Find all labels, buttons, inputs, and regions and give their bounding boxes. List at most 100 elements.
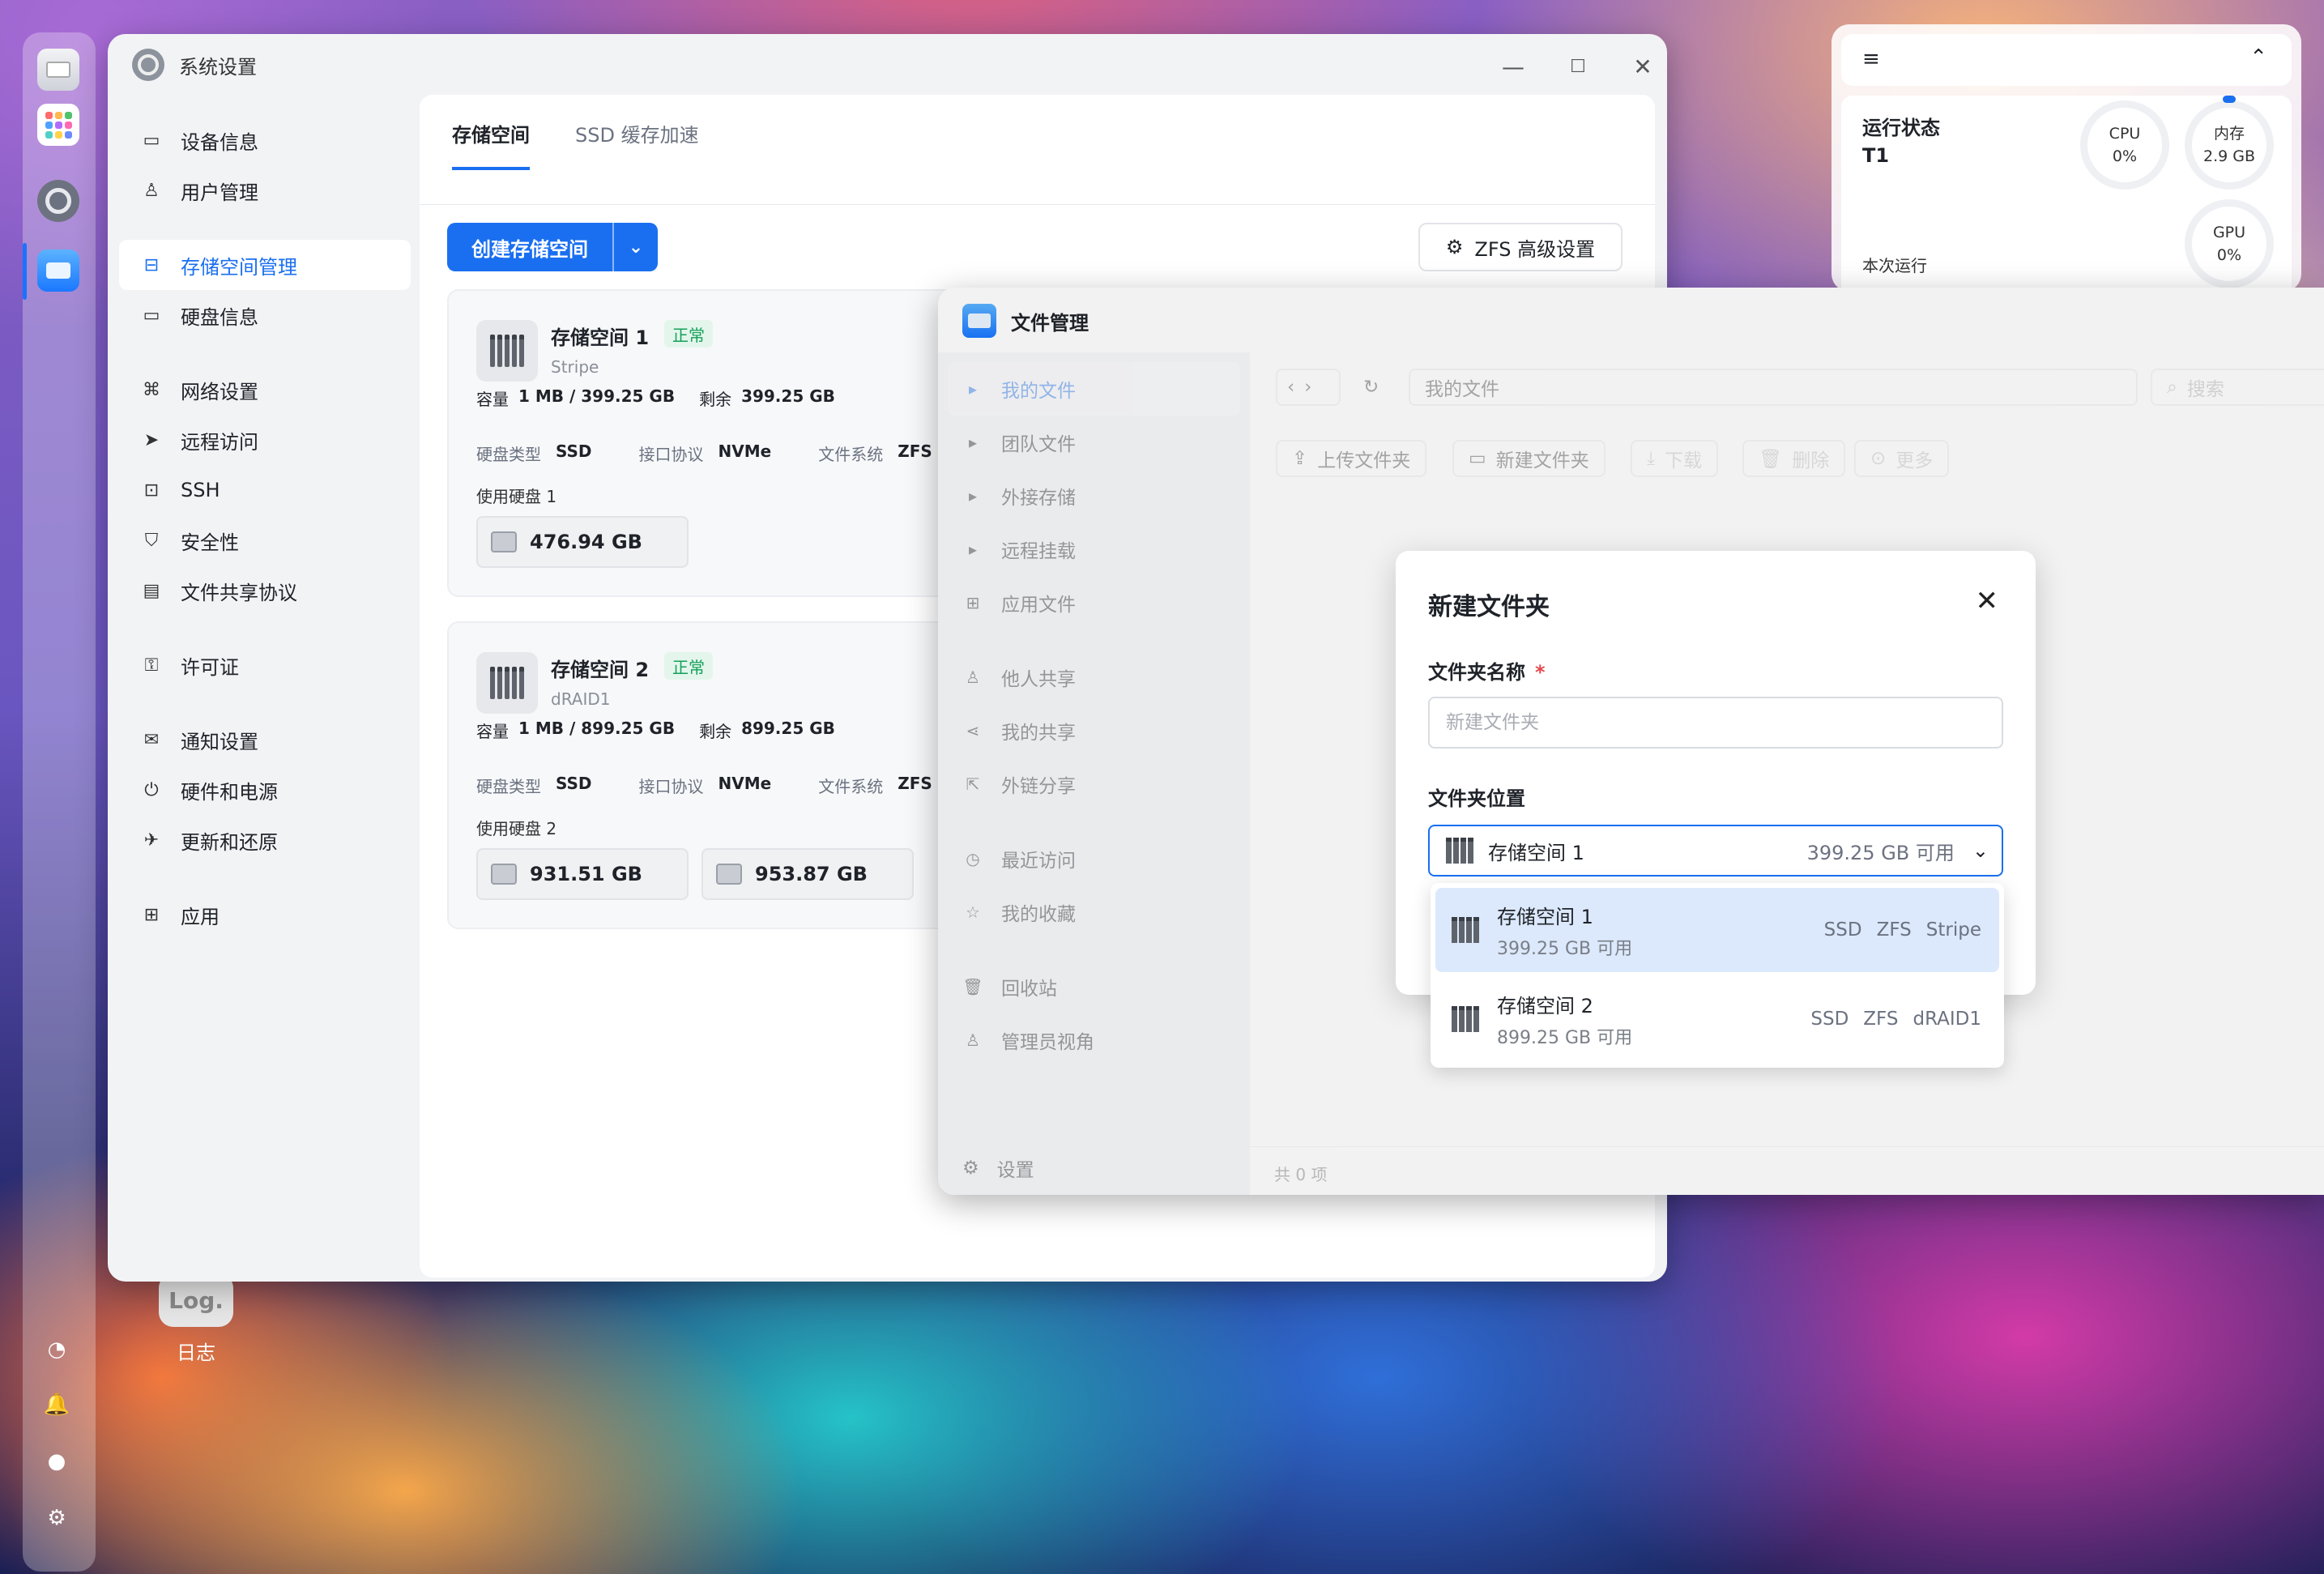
cpu-value: 0%: [2112, 147, 2138, 165]
tag: SSD: [1823, 919, 1862, 941]
server-icon: [476, 320, 538, 382]
pool-meta: 硬盘类型 SSD 接口协议 NVMe 文件系统 ZFS: [476, 774, 965, 797]
sidebar-item-apps[interactable]: ⊞ 应用: [119, 889, 411, 940]
free-value: 899.25 GB: [741, 719, 835, 738]
status-badge: 正常: [664, 320, 713, 348]
disk-size: 953.87 GB: [755, 863, 868, 885]
widget-body: 运行状态 T1 本次运行 CPU 0% 内存 2.9 GB GPU 0%: [1841, 96, 2292, 292]
sidebar-item-ssh[interactable]: ⊡ SSH: [119, 465, 411, 515]
disk-size: 931.51 GB: [530, 863, 642, 885]
cpu-label: CPU: [2109, 124, 2141, 143]
disk-chip[interactable]: 931.51 GB: [476, 848, 689, 900]
sidebar-item-remote-access[interactable]: ➤ 远程访问: [119, 415, 411, 465]
used-disks-label: 使用硬盘 2: [476, 819, 557, 838]
sidebar-item-network[interactable]: ⌘ 网络设置: [119, 365, 411, 415]
system-settings-app-icon[interactable]: [37, 180, 79, 222]
disk-size: 476.94 GB: [530, 531, 642, 553]
close-button[interactable]: ✕: [1627, 50, 1659, 83]
monitor-app-icon[interactable]: [37, 49, 79, 91]
sidebar-item-security[interactable]: ⛉ 安全性: [119, 515, 411, 565]
sidebar-item-disk-info[interactable]: ▭ 硬盘信息: [119, 290, 411, 340]
close-icon[interactable]: ✕: [1976, 585, 1999, 617]
disk-chip[interactable]: 476.94 GB: [476, 516, 689, 568]
memory-label: 内存: [2213, 124, 2245, 143]
gpu-gauge: GPU 0%: [2185, 199, 2274, 288]
status-badge: 正常: [664, 652, 713, 680]
server-icon: [476, 652, 538, 714]
tab-ssd-cache[interactable]: SSD 缓存加速: [575, 119, 699, 170]
maximize-button[interactable]: ☐: [1562, 50, 1594, 83]
sidebar-item-storage[interactable]: ⊟ 存储空间管理: [119, 240, 411, 290]
log-app-label: 日志: [177, 1342, 215, 1364]
chevron-down-icon[interactable]: ⌄: [1972, 839, 1989, 862]
shield-icon: ⛉: [144, 530, 159, 551]
sidebar-item-update-restore[interactable]: ✈ 更新和还原: [119, 815, 411, 865]
runtime-label: 本次运行: [1862, 256, 1927, 275]
user-icon[interactable]: ●: [41, 1445, 73, 1478]
title-bar: 系统设置: [132, 49, 257, 81]
tab-storage[interactable]: 存储空间: [452, 119, 530, 170]
sidebar-item-users[interactable]: ♙ 用户管理: [119, 165, 411, 215]
app-center-icon[interactable]: [37, 104, 79, 146]
create-storage-button[interactable]: 创建存储空间 ⌄: [447, 223, 658, 271]
sidebar-item-label: 更新和还原: [181, 830, 278, 854]
fs-label: 文件系统: [818, 777, 884, 796]
memory-value: 2.9 GB: [2202, 147, 2255, 165]
bell-icon[interactable]: 🔔: [41, 1388, 73, 1421]
device-name: T1: [1862, 144, 1890, 167]
option-available: 899.25 GB 可用: [1497, 1027, 1633, 1048]
collapse-icon[interactable]: ⌃: [2249, 45, 2267, 70]
server-icon: [1446, 838, 1473, 864]
capacity-label: 容量: [476, 722, 509, 741]
document-icon: ▤: [143, 580, 160, 601]
widget-title: 运行状态: [1862, 117, 1940, 139]
required-mark: *: [1535, 661, 1546, 684]
dropdown-option[interactable]: 存储空间 1 399.25 GB 可用 SSD ZFS Stripe: [1435, 888, 1999, 972]
option-name: 存储空间 1: [1497, 905, 1593, 928]
disk-type-label: 硬盘类型: [476, 777, 541, 796]
minimize-button[interactable]: —: [1497, 50, 1529, 83]
protocol-value: NVMe: [718, 441, 772, 461]
network-icon: ⌘: [143, 379, 160, 400]
option-available: 399.25 GB 可用: [1497, 938, 1633, 959]
activity-icon[interactable]: ◔: [41, 1333, 73, 1366]
terminal-icon: ⊡: [143, 480, 160, 501]
sidebar-item-file-sharing[interactable]: ▤ 文件共享协议: [119, 565, 411, 616]
sidebar-item-label: 文件共享协议: [181, 581, 297, 604]
sidebar-item-license[interactable]: ⚿ 许可证: [119, 640, 411, 690]
zfs-advanced-label: ZFS 高级设置: [1474, 237, 1596, 261]
free-value: 399.25 GB: [741, 386, 835, 406]
sidebar-item-label: 存储空间管理: [181, 255, 297, 279]
free-label: 剩余: [699, 722, 732, 741]
folder-name-label: 文件夹名称 *: [1428, 656, 1546, 685]
fs-value: ZFS: [898, 774, 932, 793]
key-icon: ⚿: [144, 655, 159, 676]
folder-location-select[interactable]: 存储空间 1 399.25 GB 可用 ⌄: [1428, 825, 2003, 877]
sidebar-item-label: 安全性: [181, 531, 239, 554]
sidebar-item-notifications[interactable]: ✉ 通知设置: [119, 714, 411, 765]
disk-chip[interactable]: 953.87 GB: [701, 848, 914, 900]
gpu-value: 0%: [2216, 246, 2242, 264]
window-title: 系统设置: [179, 55, 257, 79]
file-manager-app-icon[interactable]: [37, 250, 79, 292]
menu-icon[interactable]: ≡: [1862, 47, 1880, 71]
pool-capacity: 容量 1 MB / 899.25 GB 剩余 899.25 GB: [476, 719, 835, 742]
rocket-icon: ✈: [143, 830, 160, 851]
pool-meta: 硬盘类型 SSD 接口协议 NVMe 文件系统 ZFS: [476, 441, 965, 465]
power-icon: ⏻: [144, 779, 159, 800]
memory-usage-arc: [2223, 96, 2236, 103]
tag: dRAID1: [1913, 1009, 1981, 1030]
gear-icon[interactable]: ⚙: [41, 1502, 73, 1534]
pool-capacity: 容量 1 MB / 399.25 GB 剩余 399.25 GB: [476, 386, 835, 410]
dropdown-option[interactable]: 存储空间 2 899.25 GB 可用 SSD ZFS dRAID1: [1435, 977, 1999, 1061]
widget-header: ≡ ⌃: [1841, 34, 2292, 86]
sidebar-item-label: 设备信息: [181, 130, 258, 154]
pool-name: 存储空间 1: [551, 326, 650, 349]
sidebar-item-hardware-power[interactable]: ⏻ 硬件和电源: [119, 765, 411, 815]
chevron-down-icon[interactable]: ⌄: [612, 223, 658, 271]
sidebar-item-device-info[interactable]: ▭ 设备信息: [119, 115, 411, 165]
zfs-advanced-button[interactable]: ⚙ ZFS 高级设置: [1418, 223, 1623, 271]
folder-name-input[interactable]: [1428, 697, 2003, 749]
disk-type-value: SSD: [556, 774, 592, 793]
capacity-value: 1 MB / 899.25 GB: [518, 719, 676, 738]
